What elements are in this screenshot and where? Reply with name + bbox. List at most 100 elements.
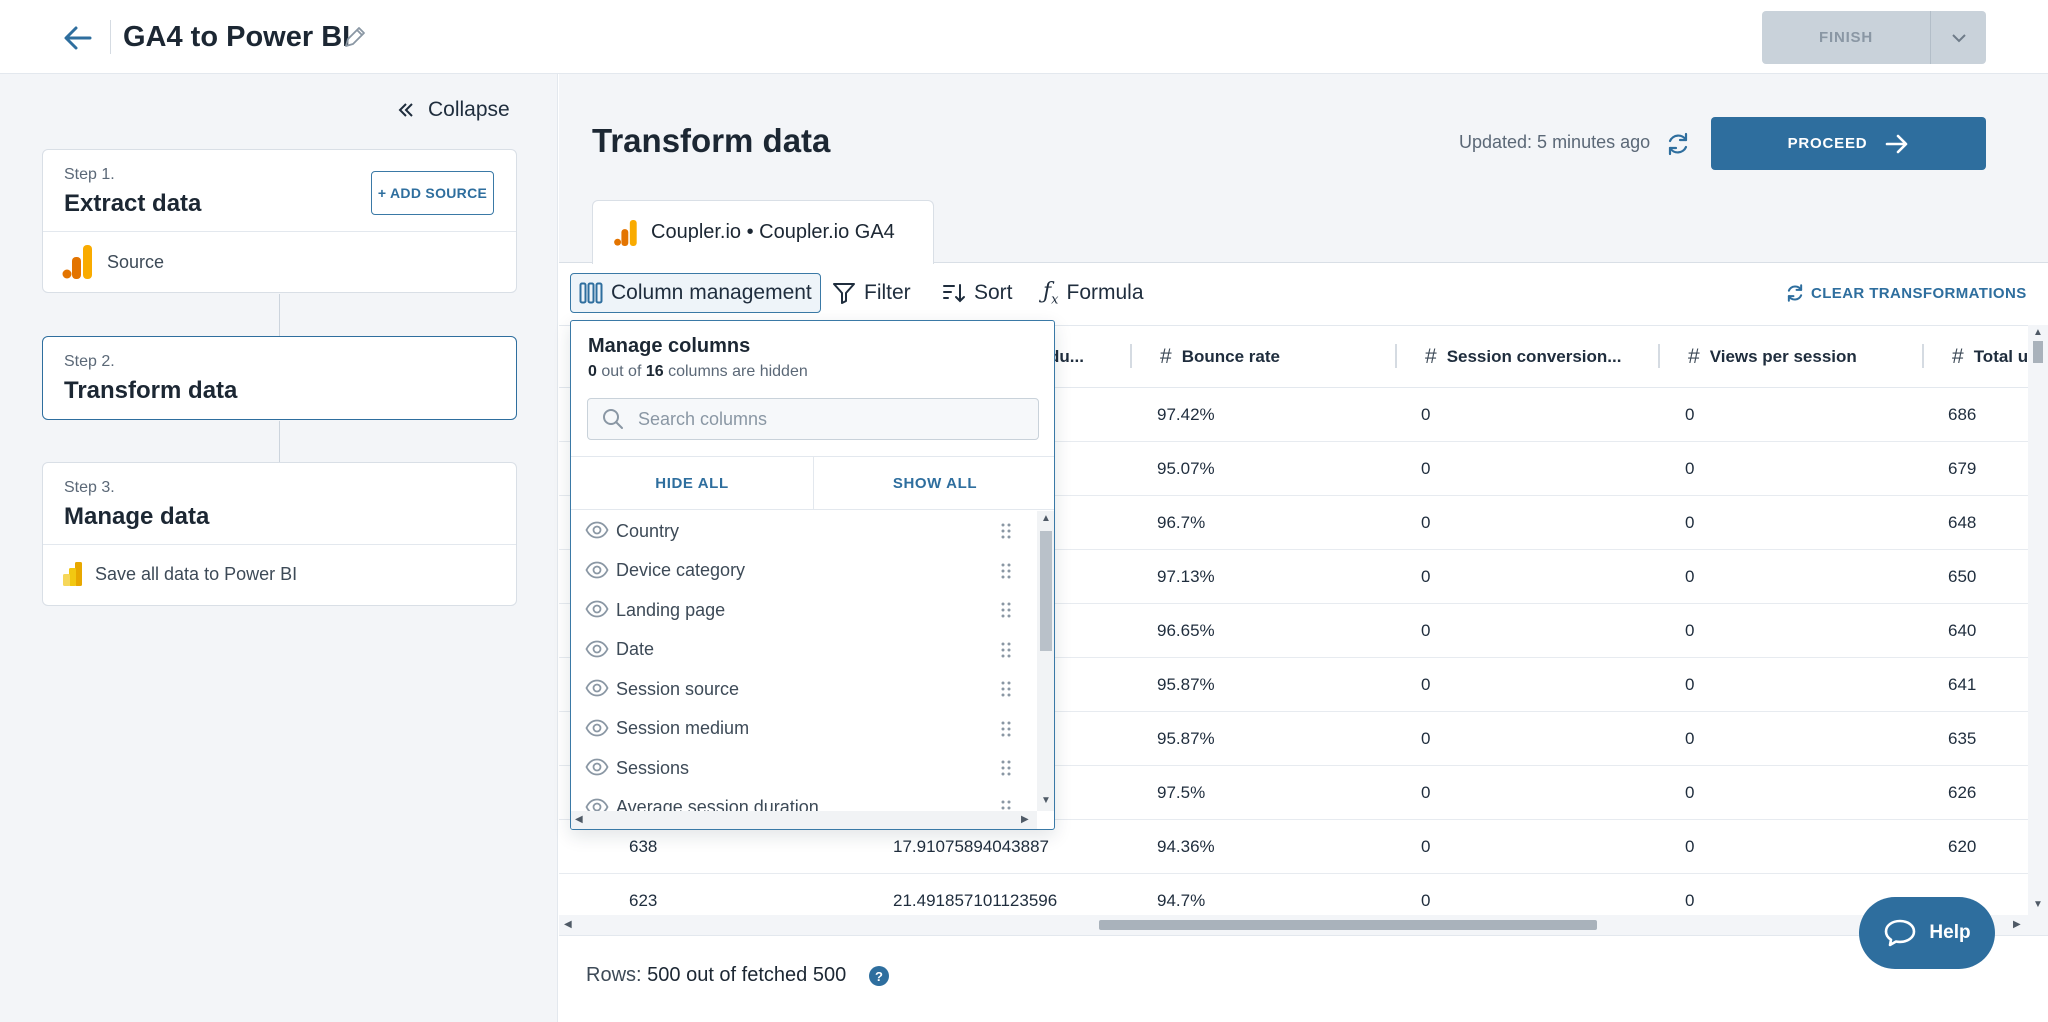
column-list-item[interactable]: Session medium	[571, 709, 1037, 749]
drag-handle-icon[interactable]	[1001, 800, 1011, 812]
search-columns-input[interactable]	[638, 408, 998, 430]
cell-session-conversion[interactable]: 0	[1421, 658, 1430, 712]
help-question-icon[interactable]: ?	[869, 966, 889, 986]
cell-total-users[interactable]: 620	[1948, 820, 1976, 874]
show-all-button[interactable]: SHOW ALL	[814, 457, 1054, 509]
scroll-down-arrow-icon[interactable]: ▼	[2033, 899, 2043, 910]
eye-visible-icon[interactable]	[585, 679, 609, 697]
column-list-item[interactable]: Session source	[571, 669, 1037, 709]
cell-views-per-session[interactable]: 0	[1685, 820, 1694, 874]
cell-total-users[interactable]: 686	[1948, 388, 1976, 442]
cell-session-conversion[interactable]: 0	[1421, 388, 1430, 442]
step-transform-card[interactable]: Step 2. Transform data	[42, 336, 517, 420]
cell-views-per-session[interactable]: 0	[1685, 766, 1694, 820]
filter-button[interactable]: Filter	[824, 273, 919, 313]
scroll-down-arrow-icon[interactable]: ▼	[1041, 795, 1051, 806]
cell-bounce-rate[interactable]: 96.65%	[1157, 604, 1215, 658]
cell-bounce-rate[interactable]: 95.07%	[1157, 442, 1215, 496]
step-manage-card[interactable]: Step 3. Manage data Save all data to Pow…	[42, 462, 517, 606]
column-header-views-per-session[interactable]: # Views per session	[1688, 326, 1857, 388]
eye-visible-icon[interactable]	[585, 561, 609, 579]
drag-handle-icon[interactable]	[1001, 602, 1011, 618]
add-source-button[interactable]: + ADD SOURCE	[371, 171, 494, 215]
cell-session-conversion[interactable]: 0	[1421, 550, 1430, 604]
scroll-up-arrow-icon[interactable]: ▲	[2033, 327, 2043, 338]
column-header-session-conversion[interactable]: # Session conversion...	[1425, 326, 1621, 388]
column-list-item[interactable]: Device category	[571, 551, 1037, 591]
scrollbar-thumb[interactable]	[1099, 920, 1597, 930]
column-list-item[interactable]: Date	[571, 630, 1037, 670]
finish-button[interactable]: FINISH	[1762, 11, 1931, 64]
column-resize-handle[interactable]	[1130, 344, 1132, 368]
eye-visible-icon[interactable]	[585, 640, 609, 658]
scroll-left-arrow-icon[interactable]: ◀	[575, 814, 583, 825]
cell-bounce-rate[interactable]: 95.87%	[1157, 658, 1215, 712]
cell-total-users[interactable]: 648	[1948, 496, 1976, 550]
cell-session-conversion[interactable]: 0	[1421, 604, 1430, 658]
eye-visible-icon[interactable]	[585, 600, 609, 618]
cell-bounce-rate[interactable]: 94.36%	[1157, 820, 1215, 874]
scroll-left-arrow-icon[interactable]: ◀	[564, 919, 572, 930]
proceed-button[interactable]: PROCEED	[1711, 117, 1986, 170]
column-resize-handle[interactable]	[1395, 344, 1397, 368]
cell-sessions[interactable]: 623	[629, 874, 657, 915]
cell-bounce-rate[interactable]: 97.5%	[1157, 766, 1205, 820]
cell-total-users[interactable]: 641	[1948, 658, 1976, 712]
cell-session-conversion[interactable]: 0	[1421, 496, 1430, 550]
eye-visible-icon[interactable]	[585, 798, 609, 812]
cell-views-per-session[interactable]: 0	[1685, 388, 1694, 442]
cell-session-conversion[interactable]: 0	[1421, 766, 1430, 820]
column-list-item[interactable]: Landing page	[571, 590, 1037, 630]
scrollbar-thumb[interactable]	[1040, 531, 1052, 651]
cell-bounce-rate[interactable]: 94.7%	[1157, 874, 1205, 915]
scroll-right-arrow-icon[interactable]: ▶	[2013, 919, 2021, 930]
cell-views-per-session[interactable]: 0	[1685, 442, 1694, 496]
scrollbar-thumb[interactable]	[2033, 341, 2043, 363]
cell-total-users[interactable]: 626	[1948, 766, 1976, 820]
column-list-item[interactable]: Average session duration	[571, 788, 1037, 812]
finish-dropdown-button[interactable]	[1931, 11, 1986, 64]
back-arrow-icon[interactable]	[60, 20, 96, 56]
drag-handle-icon[interactable]	[1001, 721, 1011, 737]
cell-session-conversion[interactable]: 0	[1421, 874, 1430, 915]
column-resize-handle[interactable]	[1658, 344, 1660, 368]
scroll-up-arrow-icon[interactable]: ▲	[1041, 513, 1051, 524]
collapse-button[interactable]: Collapse	[398, 98, 510, 122]
eye-visible-icon[interactable]	[585, 758, 609, 776]
source-item[interactable]: Source	[61, 243, 164, 281]
formula-button[interactable]: ƒx Formula	[1035, 273, 1152, 313]
cell-total-users[interactable]: 650	[1948, 550, 1976, 604]
cell-bounce-rate[interactable]: 97.42%	[1157, 388, 1215, 442]
source-tab[interactable]: Coupler.io • Coupler.io GA4	[592, 200, 934, 264]
table-vertical-scrollbar[interactable]: ▲ ▼	[2028, 325, 2048, 915]
drag-handle-icon[interactable]	[1001, 760, 1011, 776]
refresh-icon[interactable]	[1665, 131, 1691, 157]
step-extract-card[interactable]: Step 1. Extract data + ADD SOURCE Source	[42, 149, 517, 293]
cell-total-users[interactable]: 679	[1948, 442, 1976, 496]
search-columns-field[interactable]	[587, 398, 1039, 440]
help-button[interactable]: Help	[1859, 897, 1995, 969]
cell-views-per-session[interactable]: 0	[1685, 496, 1694, 550]
destination-item[interactable]: Save all data to Power BI	[61, 561, 297, 587]
drag-handle-icon[interactable]	[1001, 523, 1011, 539]
hide-all-button[interactable]: HIDE ALL	[571, 457, 814, 509]
cell-bounce-rate[interactable]: 96.7%	[1157, 496, 1205, 550]
cell-views-per-session[interactable]: 0	[1685, 658, 1694, 712]
cell-views-per-session[interactable]: 0	[1685, 604, 1694, 658]
column-header-bounce-rate[interactable]: # Bounce rate	[1160, 326, 1280, 388]
cell-views-per-session[interactable]: 0	[1685, 550, 1694, 604]
cell-bounce-rate[interactable]: 97.13%	[1157, 550, 1215, 604]
cell-total-users[interactable]: 640	[1948, 604, 1976, 658]
drag-handle-icon[interactable]	[1001, 642, 1011, 658]
cell-views-per-session[interactable]: 0	[1685, 712, 1694, 766]
eye-visible-icon[interactable]	[585, 719, 609, 737]
pencil-edit-icon[interactable]	[342, 24, 368, 50]
scroll-right-arrow-icon[interactable]: ▶	[1021, 814, 1029, 825]
drag-handle-icon[interactable]	[1001, 681, 1011, 697]
cell-session-conversion[interactable]: 0	[1421, 712, 1430, 766]
cell-avg-duration[interactable]: 21.491857101123596	[893, 874, 1057, 915]
column-management-button[interactable]: Column management	[570, 273, 821, 313]
cell-total-users[interactable]: 635	[1948, 712, 1976, 766]
sort-button[interactable]: Sort	[934, 273, 1021, 313]
cell-session-conversion[interactable]: 0	[1421, 820, 1430, 874]
